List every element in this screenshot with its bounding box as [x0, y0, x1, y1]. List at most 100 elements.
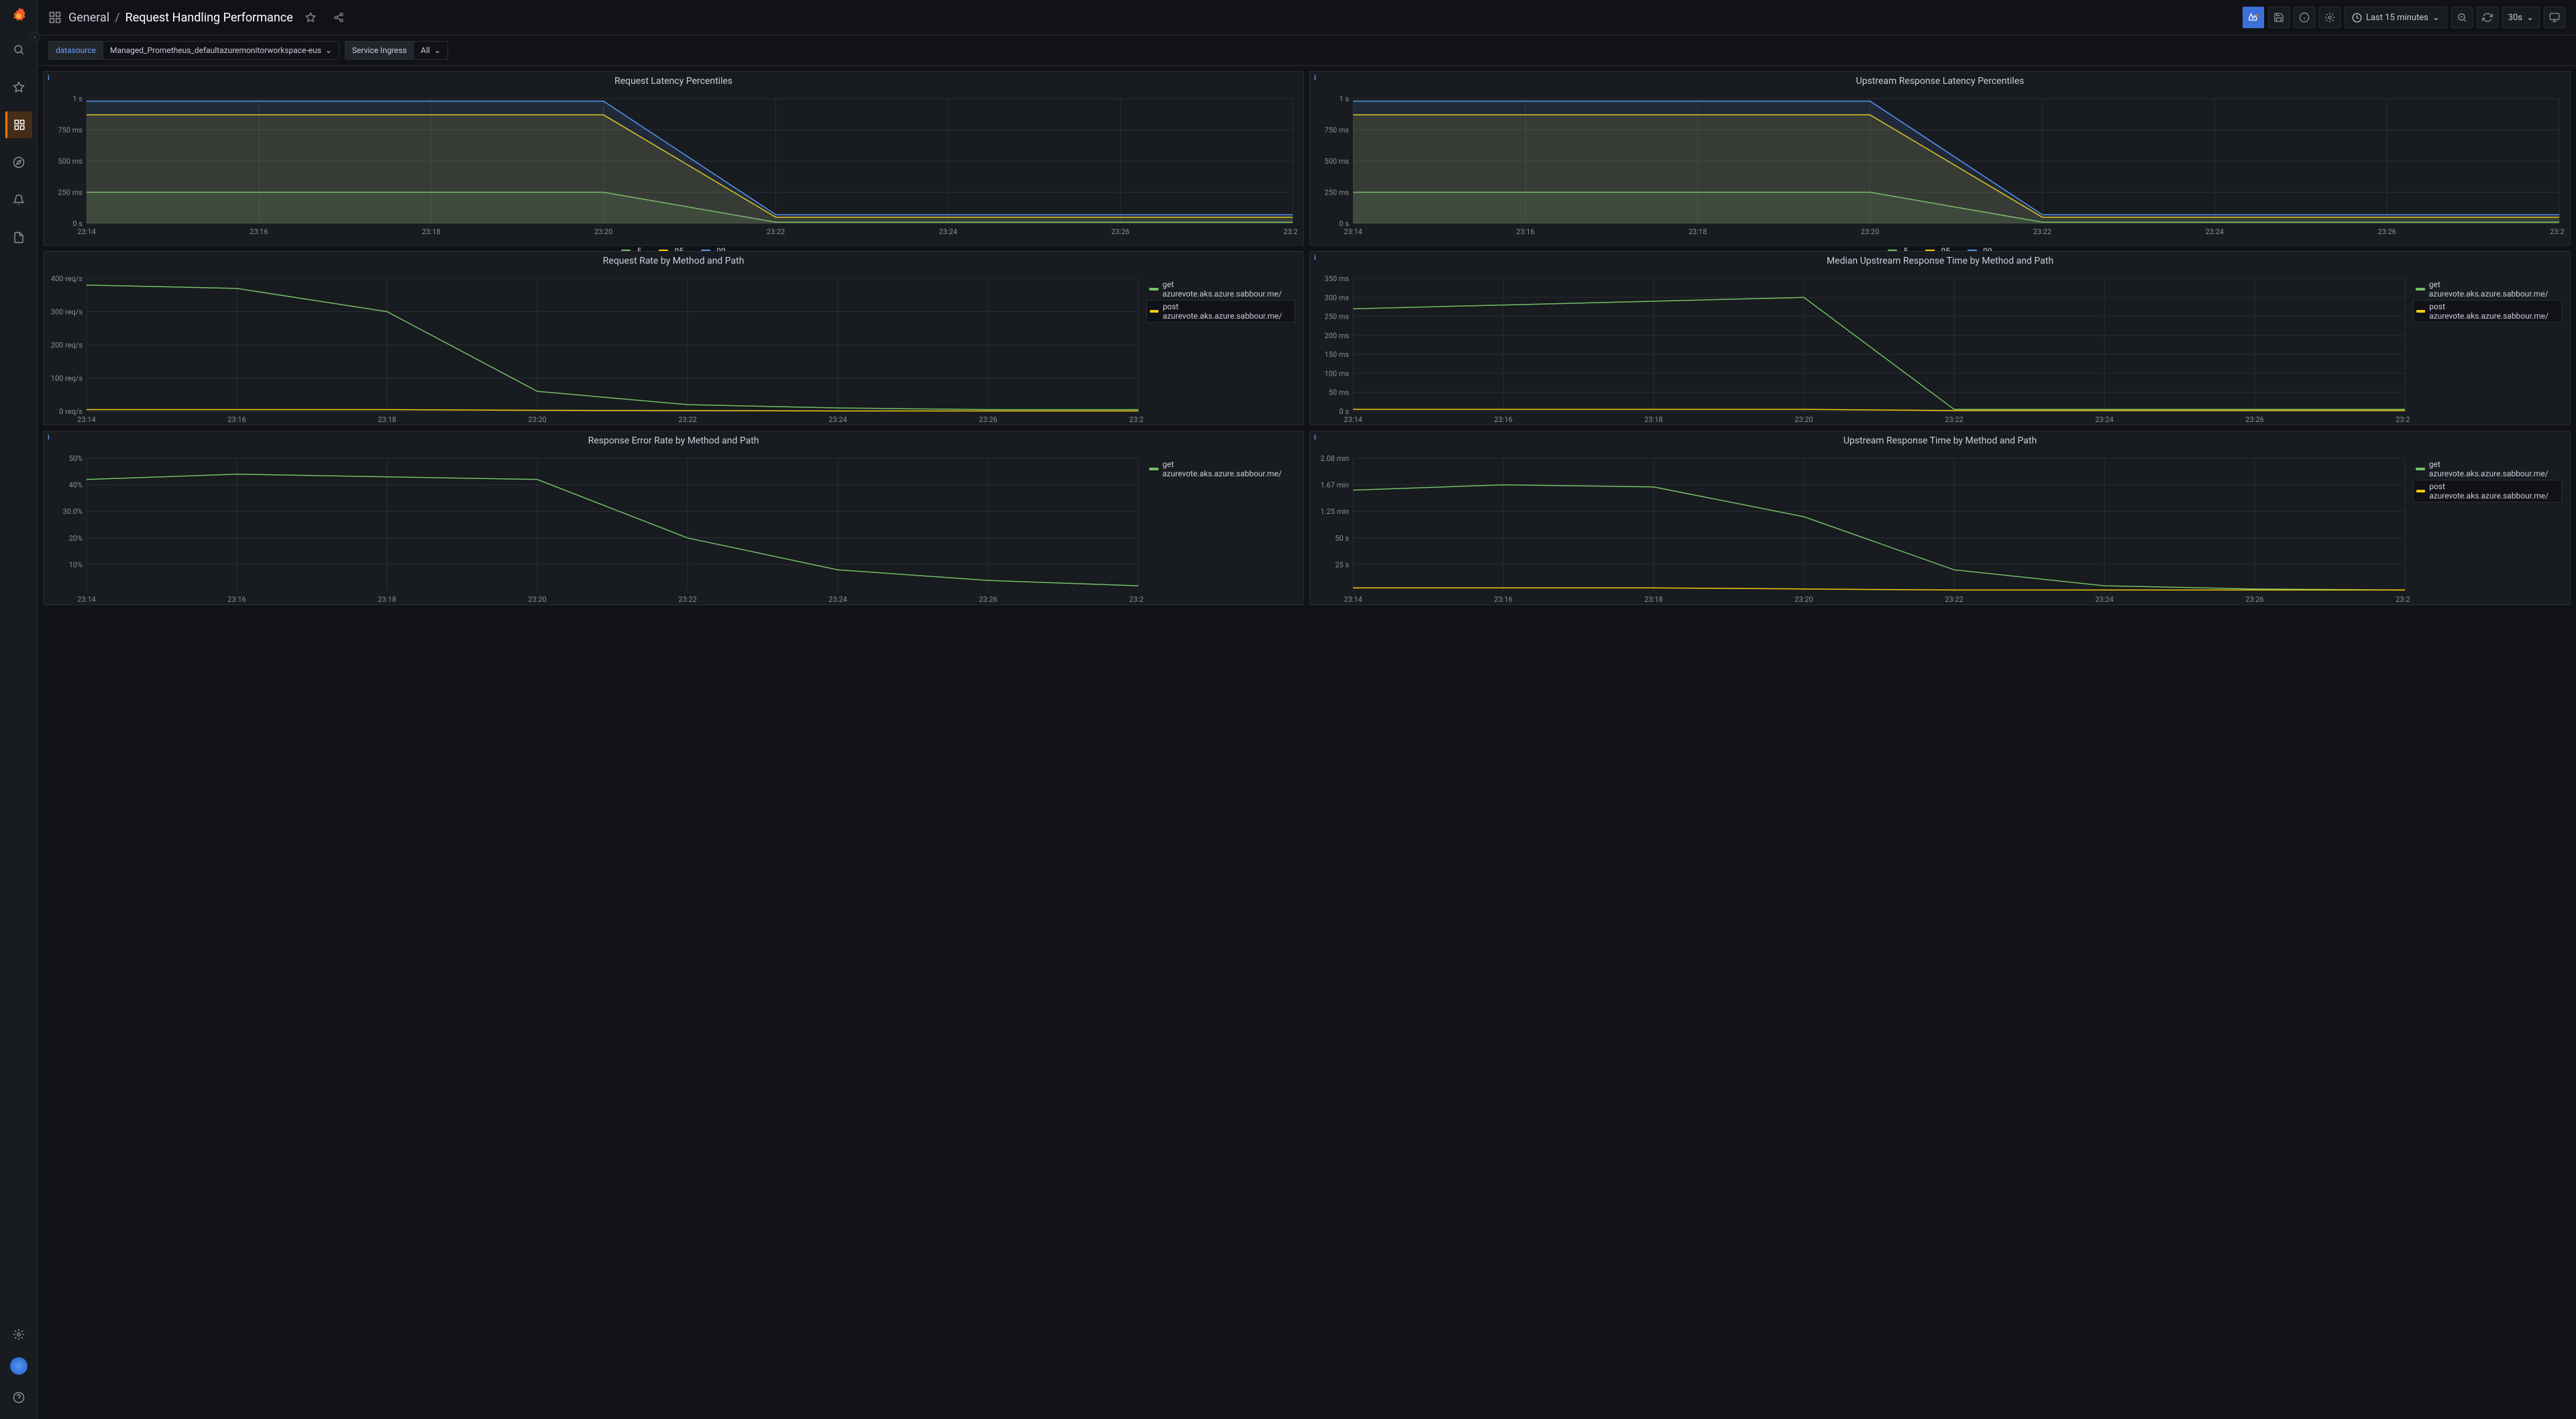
- svg-text:1 s: 1 s: [1339, 95, 1349, 103]
- chart-svg: 10%20%30.0%40%50%23:1423:1623:1823:2023:…: [46, 453, 1144, 605]
- panel-upstream-time[interactable]: i Upstream Response Time by Method and P…: [1309, 431, 2571, 605]
- legend-item[interactable]: post azurevote.aks.azure.sabbour.me/: [2413, 480, 2562, 503]
- legend-label: post azurevote.aks.azure.sabbour.me/: [1163, 302, 1292, 321]
- legend-item[interactable]: get azurevote.aks.azure.sabbour.me/: [2413, 458, 2562, 480]
- panel-info-icon[interactable]: i: [1314, 74, 1316, 82]
- time-range-picker[interactable]: Last 15 minutes⌄: [2345, 7, 2447, 28]
- svg-text:23:14: 23:14: [1344, 595, 1362, 604]
- user-avatar[interactable]: [10, 1357, 28, 1375]
- svg-text:23:14: 23:14: [77, 415, 95, 424]
- svg-text:23:18: 23:18: [422, 227, 440, 236]
- dashboard-header: General / Request Handling Performance L…: [38, 0, 2576, 36]
- chart-svg: 0 s50 ms100 ms150 ms200 ms250 ms300 ms35…: [1313, 273, 2410, 425]
- svg-text:23:14: 23:14: [77, 227, 95, 236]
- svg-text:23:14: 23:14: [1344, 415, 1362, 424]
- explore-icon[interactable]: [5, 149, 32, 176]
- legend-item[interactable]: get azurevote.aks.azure.sabbour.me/: [2413, 278, 2562, 300]
- svg-text:200 req/s: 200 req/s: [51, 341, 83, 350]
- save-icon[interactable]: [2268, 7, 2290, 28]
- panel-info-icon[interactable]: i: [1314, 254, 1316, 262]
- dashboards-icon[interactable]: [5, 111, 32, 138]
- gear-icon[interactable]: [5, 1321, 32, 1348]
- svg-text:250 ms: 250 ms: [58, 189, 83, 197]
- svg-text:23:26: 23:26: [979, 595, 997, 604]
- svg-text:23:16: 23:16: [1494, 415, 1512, 424]
- svg-text:23:28: 23:28: [1129, 595, 1144, 604]
- svg-text:23:26: 23:26: [979, 415, 997, 424]
- panel-title: Response Error Rate by Method and Path: [44, 431, 1303, 450]
- svg-text:1 s: 1 s: [72, 95, 83, 103]
- star-icon[interactable]: [5, 74, 32, 101]
- svg-text:750 ms: 750 ms: [58, 126, 83, 135]
- svg-text:23:24: 23:24: [828, 415, 847, 424]
- sidebar-expand-icon[interactable]: ›: [30, 32, 40, 43]
- alert-icon[interactable]: [5, 187, 32, 213]
- zoom-out-icon[interactable]: [2451, 7, 2473, 28]
- svg-text:23:26: 23:26: [2245, 595, 2263, 604]
- panel-info-icon[interactable]: i: [1314, 434, 1316, 441]
- panel-title: Request Latency Percentiles: [44, 72, 1303, 91]
- share-icon[interactable]: [328, 7, 350, 28]
- panel-info-icon[interactable]: i: [48, 74, 50, 82]
- add-panel-button[interactable]: [2243, 7, 2264, 28]
- search-icon[interactable]: [5, 36, 32, 63]
- svg-text:30.0%: 30.0%: [62, 507, 83, 516]
- star-dashboard-icon[interactable]: [300, 7, 321, 28]
- svg-text:40%: 40%: [69, 481, 83, 490]
- var-datasource-label: datasource: [48, 41, 103, 60]
- refresh-interval-label: 30s: [2508, 13, 2522, 23]
- svg-text:23:20: 23:20: [1794, 595, 1813, 604]
- svg-text:23:18: 23:18: [378, 415, 396, 424]
- svg-text:23:22: 23:22: [678, 595, 696, 604]
- info-icon[interactable]: [2294, 7, 2315, 28]
- svg-text:23:18: 23:18: [1644, 415, 1662, 424]
- refresh-interval-picker[interactable]: 30s⌄: [2502, 7, 2540, 28]
- svg-text:250 ms: 250 ms: [1324, 189, 1349, 197]
- svg-text:23:16: 23:16: [1494, 595, 1512, 604]
- panel-median-upstream[interactable]: i Median Upstream Response Time by Metho…: [1309, 251, 2571, 425]
- svg-text:23:24: 23:24: [2095, 595, 2113, 604]
- breadcrumb-folder[interactable]: General: [68, 11, 109, 25]
- svg-text:23:22: 23:22: [767, 227, 785, 236]
- svg-text:150 ms: 150 ms: [1324, 350, 1349, 359]
- var-ingress-label: Service Ingress: [345, 41, 414, 60]
- svg-text:23:20: 23:20: [528, 415, 546, 424]
- svg-text:1.67 min: 1.67 min: [1320, 481, 1349, 490]
- svg-text:23:24: 23:24: [939, 227, 957, 236]
- refresh-icon[interactable]: [2477, 7, 2498, 28]
- svg-text:23:22: 23:22: [2033, 227, 2051, 236]
- page-title[interactable]: Request Handling Performance: [125, 11, 293, 25]
- svg-text:23:20: 23:20: [1861, 227, 1879, 236]
- panel-grid: i Request Latency Percentiles 0 s250 ms5…: [38, 66, 2576, 1419]
- svg-text:23:14: 23:14: [1344, 227, 1362, 236]
- var-datasource-select[interactable]: Managed_Prometheus_defaultazuremonitorwo…: [103, 41, 339, 60]
- legend-item[interactable]: get azurevote.aks.azure.sabbour.me/: [1146, 278, 1295, 300]
- help-icon[interactable]: [5, 1384, 32, 1411]
- svg-text:23:24: 23:24: [828, 595, 847, 604]
- legend-item[interactable]: post azurevote.aks.azure.sabbour.me/: [1146, 300, 1295, 323]
- panel-info-icon[interactable]: i: [48, 434, 50, 441]
- svg-text:500 ms: 500 ms: [58, 157, 83, 166]
- grafana-logo-icon[interactable]: [9, 7, 28, 25]
- breadcrumb: General / Request Handling Performance: [68, 11, 293, 25]
- var-ingress-select[interactable]: All⌄: [414, 41, 448, 60]
- svg-text:50%: 50%: [69, 454, 83, 463]
- panel-title: Median Upstream Response Time by Method …: [1310, 252, 2570, 270]
- panel-upstream-latency[interactable]: i Upstream Response Latency Percentiles …: [1309, 71, 2571, 246]
- panel-error-rate[interactable]: i Response Error Rate by Method and Path…: [43, 431, 1304, 605]
- panel-request-rate[interactable]: Request Rate by Method and Path 0 req/s1…: [43, 251, 1304, 425]
- svg-text:23:22: 23:22: [1945, 595, 1963, 604]
- svg-text:100 req/s: 100 req/s: [51, 374, 83, 383]
- pages-icon[interactable]: [5, 224, 32, 251]
- svg-text:1.25 min: 1.25 min: [1320, 507, 1349, 516]
- svg-text:23:20: 23:20: [594, 227, 612, 236]
- nav-sidebar: [0, 0, 38, 1419]
- legend-item[interactable]: post azurevote.aks.azure.sabbour.me/: [2413, 300, 2562, 323]
- svg-text:20%: 20%: [69, 534, 83, 543]
- settings-icon[interactable]: [2319, 7, 2341, 28]
- legend-item[interactable]: get azurevote.aks.azure.sabbour.me/: [1146, 458, 1295, 480]
- svg-text:23:28: 23:28: [2396, 415, 2410, 424]
- svg-text:23:26: 23:26: [1111, 227, 1129, 236]
- tv-mode-icon[interactable]: [2544, 7, 2565, 28]
- panel-request-latency[interactable]: i Request Latency Percentiles 0 s250 ms5…: [43, 71, 1304, 246]
